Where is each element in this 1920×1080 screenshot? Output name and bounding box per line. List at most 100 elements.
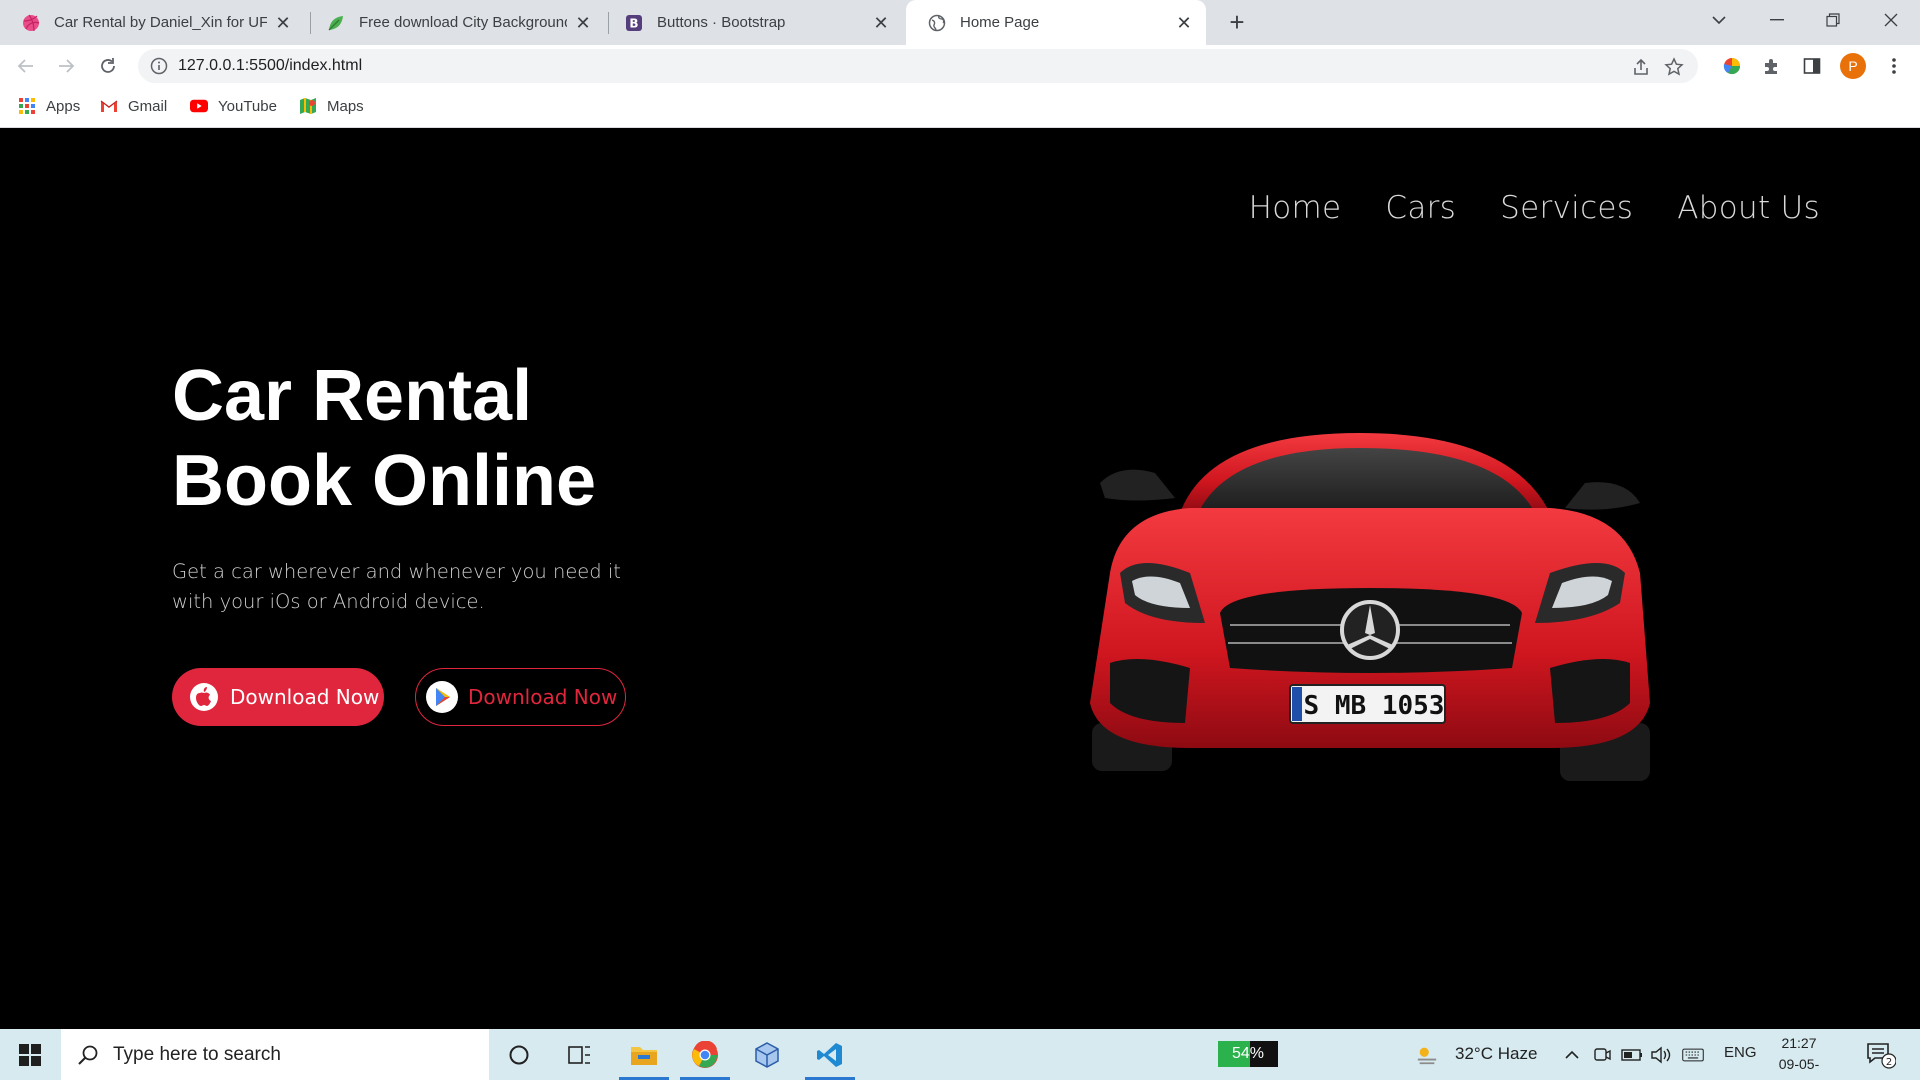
bookmark-label: YouTube [218, 97, 277, 115]
download-android-button[interactable]: Download Now [415, 668, 626, 726]
clock[interactable]: 21:27 09-05-2022 [1766, 1033, 1832, 1080]
extensions-puzzle-icon[interactable] [1761, 55, 1783, 77]
nav-services[interactable]: Services [1500, 190, 1633, 226]
browser-chrome: Car Rental by Daniel_Xin for UFO ✕ Free … [0, 0, 1920, 128]
search-icon [78, 1045, 98, 1065]
windows-taskbar: Type here to search 54% 32°C Haze ENG 21… [0, 1029, 1920, 1080]
back-button[interactable] [12, 52, 40, 80]
volume-icon[interactable] [1650, 1044, 1672, 1066]
hero-title-line-2: Book Online [172, 441, 597, 521]
bookmark-apps[interactable]: Apps [18, 95, 80, 117]
new-tab-button[interactable]: + [1222, 8, 1252, 38]
battery-widget[interactable]: 54% [1218, 1041, 1278, 1067]
battery-status-icon[interactable] [1621, 1044, 1643, 1066]
weather-text[interactable]: 32°C Haze [1455, 1044, 1537, 1064]
main-nav: Home Cars Services About Us [1205, 190, 1820, 226]
apple-icon [186, 679, 222, 715]
bootstrap-icon: B [625, 14, 643, 32]
tab-title: Free download City Background [359, 14, 567, 31]
tab-city-background[interactable]: Free download City Background ✕ [305, 0, 605, 45]
cortana-circle-icon [509, 1045, 529, 1064]
forward-button[interactable] [52, 52, 80, 80]
bookmark-gmail[interactable]: Gmail [100, 95, 167, 117]
vscode-icon [817, 1042, 842, 1067]
download-android-label: Download Now [468, 685, 618, 709]
bookmark-label: Gmail [128, 97, 168, 115]
minimize-button[interactable] [1752, 0, 1802, 40]
apps-grid-icon [18, 97, 36, 115]
clock-time: 21:27 [1781, 1035, 1817, 1051]
restore-button[interactable] [1808, 0, 1858, 40]
address-bar[interactable]: 127.0.0.1:5500/index.html [138, 49, 1698, 83]
task-view-icon [568, 1045, 590, 1064]
nav-about-us[interactable]: About Us [1677, 190, 1820, 226]
bookmark-star-icon[interactable] [1664, 57, 1684, 77]
tab-title: Home Page [960, 14, 1040, 31]
vscode-button[interactable] [801, 1029, 859, 1080]
weather-icon[interactable] [1416, 1044, 1438, 1066]
url-text: 127.0.0.1:5500/index.html [178, 57, 363, 74]
youtube-icon [190, 97, 208, 115]
hero-title: Car Rental Book Online [172, 354, 596, 524]
site-info-icon[interactable] [150, 57, 168, 75]
close-tab-icon[interactable]: ✕ [573, 13, 593, 33]
chrome-taskbar-button[interactable] [676, 1029, 734, 1080]
taskbar-search-box[interactable]: Type here to search [61, 1029, 489, 1080]
gmail-icon [100, 97, 118, 115]
google-play-icon [424, 679, 460, 715]
nav-cars[interactable]: Cars [1385, 190, 1456, 226]
leaf-icon [327, 14, 345, 32]
notification-center-button[interactable]: 2 [1866, 1041, 1897, 1069]
web-page: Home Cars Services About Us Car Rental B… [0, 128, 1920, 1029]
bookmark-label: Apps [46, 97, 81, 115]
tab-strip: Car Rental by Daniel_Xin for UFO ✕ Free … [0, 0, 1920, 45]
close-tab-icon[interactable]: ✕ [871, 13, 891, 33]
dribbble-icon [22, 14, 40, 32]
download-ios-label: Download Now [230, 685, 380, 709]
bookmark-youtube[interactable]: YouTube [190, 95, 277, 117]
tab-title: Car Rental by Daniel_Xin for UFO [54, 14, 267, 31]
tab-search-chevron-icon[interactable] [1694, 0, 1744, 40]
virtualbox-button[interactable] [738, 1029, 796, 1080]
tab-title: Buttons · Bootstrap [657, 14, 786, 31]
search-placeholder: Type here to search [113, 1043, 281, 1065]
close-tab-icon[interactable]: ✕ [273, 13, 293, 33]
side-panel-icon[interactable] [1801, 55, 1823, 77]
tab-bootstrap-buttons[interactable]: B Buttons · Bootstrap ✕ [603, 0, 903, 45]
notification-icon: 2 [1867, 1043, 1897, 1069]
bookmarks-bar: Apps Gmail YouTube Maps [0, 86, 1920, 128]
profile-avatar[interactable]: P [1840, 53, 1866, 79]
file-explorer-button[interactable] [615, 1029, 673, 1080]
chrome-menu-icon[interactable] [1883, 55, 1905, 77]
share-icon[interactable] [1631, 57, 1651, 77]
license-plate-text: S MB 1053 [1304, 691, 1445, 721]
browser-toolbar: 127.0.0.1:5500/index.html P [0, 45, 1920, 86]
tab-car-rental-dribbble[interactable]: Car Rental by Daniel_Xin for UFO ✕ [0, 0, 305, 45]
show-hidden-icons-chevron-icon[interactable] [1561, 1044, 1583, 1066]
cube-app-icon [755, 1041, 779, 1068]
windows-logo-icon [19, 1043, 41, 1066]
download-ios-button[interactable]: Download Now [172, 668, 384, 726]
hero-subtitle: Get a car wherever and whenever you need… [172, 560, 621, 613]
start-button[interactable] [0, 1029, 60, 1080]
battery-percent: 54% [1231, 1045, 1265, 1062]
chrome-icon [692, 1040, 718, 1068]
close-tab-icon[interactable]: ✕ [1174, 13, 1194, 33]
reload-button[interactable] [94, 52, 122, 80]
close-window-button[interactable] [1866, 0, 1916, 40]
language-indicator[interactable]: ENG [1724, 1044, 1757, 1061]
red-car-image: S MB 1053 [1090, 433, 1650, 781]
color-extension-icon[interactable] [1721, 55, 1743, 77]
notification-count: 2 [1886, 1057, 1892, 1068]
svg-text:B: B [629, 16, 638, 30]
meet-now-icon[interactable] [1591, 1044, 1613, 1066]
bookmark-label: Maps [327, 97, 364, 115]
nav-home[interactable]: Home [1249, 190, 1342, 226]
bookmark-maps[interactable]: Maps [299, 95, 364, 117]
cortana-button[interactable] [490, 1029, 548, 1080]
tab-home-page[interactable]: Home Page ✕ [906, 0, 1206, 45]
keyboard-icon[interactable] [1682, 1044, 1704, 1066]
task-view-button[interactable] [551, 1029, 609, 1080]
globe-icon [928, 14, 946, 32]
hero-title-line-1: Car Rental [172, 356, 533, 436]
